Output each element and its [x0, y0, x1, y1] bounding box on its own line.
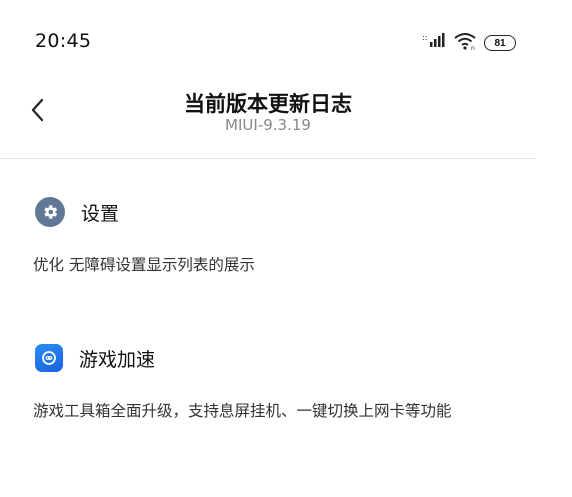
page-header: 当前版本更新日志 MIUI-9.3.19: [0, 80, 536, 159]
gear-icon: [35, 197, 65, 227]
page-title: 当前版本更新日志: [184, 92, 352, 116]
section-title: 游戏加速: [79, 348, 156, 371]
section-description: 优化 无障碍设置显示列表的展示: [33, 256, 255, 274]
changelog-section-settings: 设置 优化 无障碍设置显示列表的展示: [33, 197, 515, 278]
section-header: 设置: [35, 197, 515, 227]
changelog-section-game-booster: 游戏加速 游戏工具箱全面升级，支持息屏挂机、一键切换上网卡等功能: [33, 343, 515, 424]
section-header: 游戏加速: [35, 343, 515, 373]
signal-bars-icon: ::: [422, 33, 448, 53]
svg-text:::: ::: [422, 33, 427, 42]
page-subtitle: MIUI-9.3.19: [225, 116, 311, 134]
status-bar: 20:45 :: n 81: [0, 0, 572, 80]
game-controller-icon: [35, 344, 63, 372]
status-time: 20:45: [35, 30, 92, 52]
status-icons: :: n 81: [422, 32, 516, 54]
battery-indicator: 81: [484, 35, 516, 51]
wifi-icon: n: [454, 32, 478, 54]
section-title: 设置: [81, 202, 120, 225]
battery-level: 81: [494, 37, 506, 49]
svg-text:n: n: [471, 45, 475, 50]
section-description: 游戏工具箱全面升级，支持息屏挂机、一键切换上网卡等功能: [33, 402, 452, 420]
